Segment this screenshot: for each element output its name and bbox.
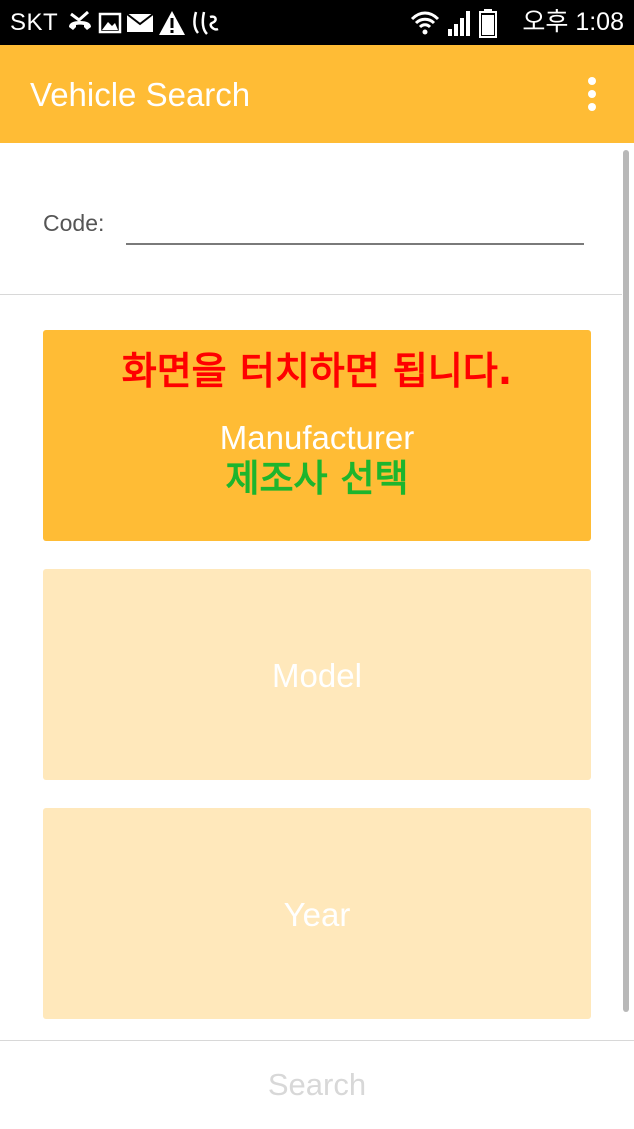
wifi-icon: [410, 11, 440, 35]
app-bar: Vehicle Search: [0, 45, 634, 143]
signal-icon: [448, 11, 470, 36]
app-title: Vehicle Search: [30, 76, 251, 113]
missed-call-icon: [69, 10, 91, 30]
year-button[interactable]: Year: [43, 808, 591, 1019]
status-clock: 오후 1:08: [522, 8, 624, 36]
carrier-name: SKT: [10, 9, 59, 36]
notification-icons: [66, 9, 220, 37]
code-label: Code:: [43, 210, 105, 236]
manufacturer-label: Manufacturer: [219, 419, 415, 456]
warning-icon: [159, 11, 185, 35]
overflow-dot: [588, 103, 596, 111]
search-button[interactable]: Search: [0, 1041, 634, 1127]
overflow-dot: [588, 90, 596, 98]
mail-icon: [126, 13, 154, 32]
overflow-dot: [588, 77, 596, 85]
more-vert-icon[interactable]: [574, 69, 610, 119]
model-button[interactable]: Model: [43, 569, 591, 780]
code-input[interactable]: [126, 205, 584, 245]
status-bar: SKT 오후 1:08: [0, 0, 634, 45]
battery-icon: [479, 9, 497, 38]
year-label: Year: [283, 896, 351, 933]
manufacturer-korean-label: 제조사 선택: [225, 457, 409, 500]
divider: [0, 294, 622, 295]
image-icon: [98, 12, 122, 34]
handwriting-icon: [193, 11, 219, 35]
touch-hint-text: 화면을 터치하면 됩니다.: [121, 349, 513, 393]
model-label: Model: [272, 657, 362, 694]
manufacturer-button[interactable]: 화면을 터치하면 됩니다. Manufacturer 제조사 선택: [43, 330, 591, 541]
system-icons: [410, 7, 498, 39]
scrollbar[interactable]: [623, 150, 629, 1012]
